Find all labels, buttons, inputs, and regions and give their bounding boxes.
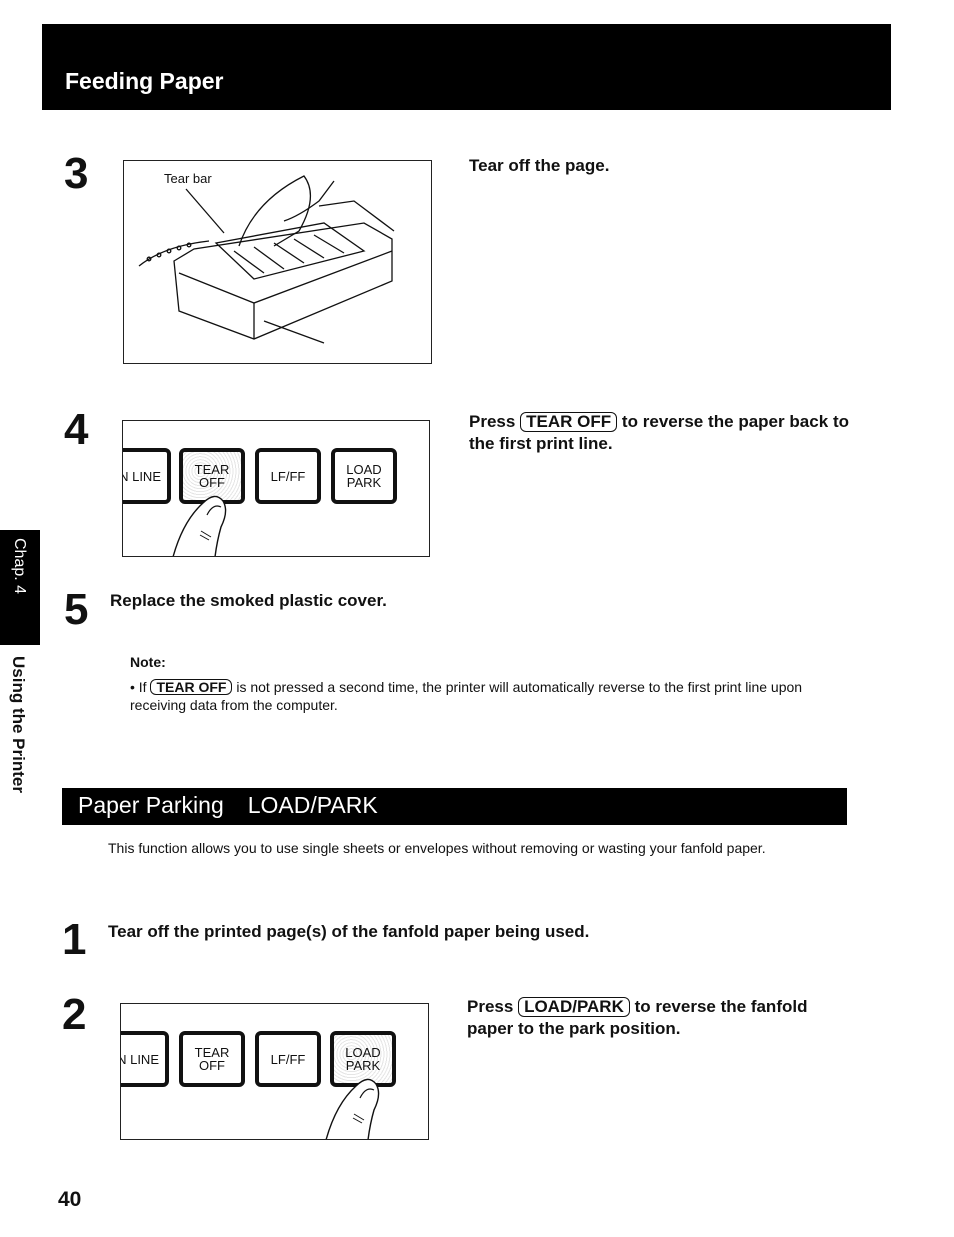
chapter-section-label: Using the Printer [9, 656, 28, 793]
step-number-3: 3 [64, 149, 89, 198]
step-4-instruction: Press TEAR OFF to reverse the paper back… [469, 412, 849, 453]
step-5-instruction: Replace the smoked plastic cover. [110, 591, 387, 610]
panel-key-load-park: LOAD PARK [331, 448, 397, 504]
note-bullet: • If TEAR OFF is not pressed a second ti… [130, 679, 803, 713]
step-number-5: 5 [64, 585, 89, 634]
note-label: Note: [130, 654, 166, 670]
section-header-paper-parking: Paper Parking LOAD/PARK [62, 788, 847, 825]
tear-off-keycap-note: TEAR OFF [150, 679, 233, 695]
panel-key-tear-off: TEAR OFF [179, 1031, 245, 1087]
page-title: Feeding Paper [65, 68, 224, 94]
parking-step-1-instruction: Tear off the printed page(s) of the fanf… [108, 922, 590, 941]
section-title: Paper Parking LOAD/PARK [78, 792, 378, 818]
step-3-instruction: Tear off the page. [469, 156, 610, 175]
section-intro: This function allows you to use single s… [108, 840, 766, 856]
finger-icon [172, 495, 227, 556]
printer-illustration [138, 175, 395, 344]
parking-step-number-1: 1 [62, 915, 87, 964]
control-panel-figure-tear-off: N LINE TEAR OFF LF/FF LOAD PARK [122, 420, 430, 557]
panel-key-lf-ff: LF/FF [255, 1031, 321, 1087]
control-panel-figure-load-park: N LINE TEAR OFF LF/FF LOAD PARK [120, 1003, 429, 1140]
step-number-4: 4 [64, 405, 89, 454]
parking-step-2-instruction: Press LOAD/PARK to reverse the fanfold p… [467, 997, 808, 1038]
printer-tear-figure: Tear bar [123, 160, 432, 364]
page-number: 40 [58, 1188, 82, 1211]
chapter-tab: Chap. 4 [0, 530, 40, 645]
load-park-keycap: LOAD/PARK [518, 997, 630, 1017]
panel-key-lf-ff: LF/FF [255, 448, 321, 504]
chapter-label: Chap. 4 [11, 538, 28, 595]
header-bar: Feeding Paper [42, 24, 891, 110]
parking-step-number-2: 2 [62, 990, 87, 1039]
panel-key-on-line: N LINE [121, 1031, 169, 1087]
tear-off-keycap: TEAR OFF [520, 412, 618, 432]
finger-icon [325, 1078, 380, 1139]
